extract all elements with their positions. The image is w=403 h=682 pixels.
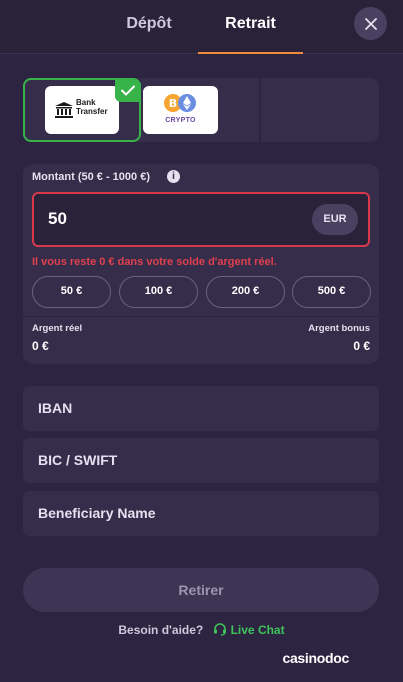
headset-icon: [213, 623, 226, 636]
bonus-money-value: 0 €: [353, 339, 370, 353]
currency-selector[interactable]: EUR: [312, 204, 358, 235]
amount-input[interactable]: 50 EUR: [32, 192, 370, 247]
help-row: Besoin d'aide? Live Chat: [0, 622, 403, 637]
bank-transfer-logo: Bank Transfer: [45, 86, 119, 134]
method-crypto[interactable]: B CRYPTO: [141, 78, 259, 142]
beneficiary-name-field[interactable]: Beneficiary Name: [23, 491, 379, 536]
tab-withdraw[interactable]: Retrait: [198, 0, 303, 54]
real-money-label: Argent réel: [32, 323, 83, 334]
withdraw-button[interactable]: Retirer: [23, 568, 379, 612]
bank-building-icon: [55, 102, 73, 118]
real-money-value: 0 €: [32, 339, 49, 353]
tab-deposit[interactable]: Dépôt: [100, 0, 198, 54]
top-bar: Dépôt Retrait: [0, 0, 403, 54]
preset-100-button[interactable]: 100 €: [119, 276, 198, 308]
balance-divider: [23, 316, 379, 317]
check-icon: [121, 85, 135, 96]
preset-200-button[interactable]: 200 €: [206, 276, 285, 308]
close-icon: [364, 17, 377, 30]
preset-500-button[interactable]: 500 €: [292, 276, 371, 308]
casinodoc-watermark: casinodoc: [282, 650, 349, 666]
live-chat-label: Live Chat: [230, 623, 285, 637]
balance-error-message: Il vous reste 0 € dans votre solde d'arg…: [32, 256, 277, 268]
method-bank-transfer[interactable]: Bank Transfer: [23, 78, 141, 142]
close-button[interactable]: [354, 7, 387, 40]
bonus-money-label: Argent bonus: [308, 323, 370, 334]
preset-50-button[interactable]: 50 €: [32, 276, 111, 308]
crypto-logo: B CRYPTO: [143, 86, 218, 134]
bank-transfer-text: Bank Transfer: [76, 98, 108, 116]
crypto-label: CRYPTO: [165, 117, 196, 124]
method-empty-slot: [259, 78, 379, 142]
help-question: Besoin d'aide?: [118, 623, 204, 637]
amount-panel: Montant (50 € - 1000 €) i 50 EUR Il vous…: [23, 164, 379, 364]
bitcoin-ethereum-icon: B: [164, 94, 196, 112]
payment-methods: Bank Transfer B CRYPTO: [23, 78, 379, 142]
amount-label: Montant (50 € - 1000 €): [32, 171, 150, 183]
bic-swift-field[interactable]: BIC / SWIFT: [23, 438, 379, 483]
svg-text:B: B: [169, 97, 177, 110]
info-icon[interactable]: i: [167, 170, 180, 183]
selected-check-badge: [115, 78, 141, 102]
iban-field[interactable]: IBAN: [23, 386, 379, 431]
live-chat-link[interactable]: Live Chat: [213, 623, 285, 637]
amount-value: 50: [48, 209, 67, 228]
